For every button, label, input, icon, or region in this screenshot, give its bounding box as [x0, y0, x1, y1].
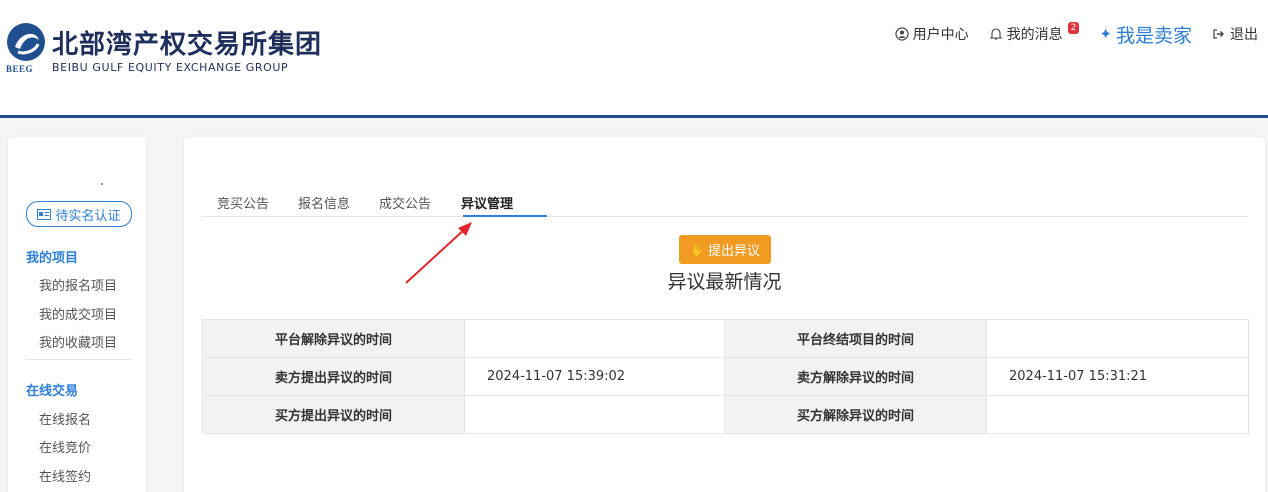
brand-logo-icon — [7, 23, 45, 61]
table-label: 平台解除异议的时间 — [202, 319, 465, 358]
messages-link[interactable]: 我的消息 2 — [989, 22, 1080, 44]
table-row: 买方提出异议的时间 买方解除异议的时间 — [202, 395, 1249, 434]
sidebar-item-online-bidding[interactable]: 在线竞价 — [39, 437, 91, 456]
messages-label: 我的消息 — [1006, 27, 1063, 43]
sidebar-item-favorite-projects[interactable]: 我的收藏项目 — [39, 332, 117, 351]
table-value — [464, 395, 725, 434]
logout-link[interactable]: 退出 — [1212, 24, 1258, 44]
table-label: 平台终结项目的时间 — [724, 319, 987, 358]
tab-objection-management[interactable]: 异议管理 — [461, 193, 513, 212]
brand-name-en: BEIBU GULF EQUITY EXCHANGE GROUP — [52, 61, 289, 74]
bell-icon — [989, 28, 1002, 40]
sidebar-item-online-registration[interactable]: 在线报名 — [39, 409, 91, 428]
message-count-badge: 2 — [1067, 22, 1080, 34]
raise-objection-label: 提出异议 — [707, 244, 760, 259]
table-value — [464, 319, 725, 358]
seller-label: 我是卖家 — [1115, 24, 1192, 47]
user-center-link[interactable]: 用户中心 — [895, 24, 969, 44]
table-value: 2024-11-07 15:31:21 — [986, 357, 1249, 396]
verify-identity-label: 待实名认证 — [55, 208, 121, 224]
top-nav: 用户中心 我的消息 2 ✦ 我是卖家 退出 — [895, 20, 1258, 48]
seller-icon: ✦ — [1099, 25, 1112, 43]
verify-identity-button[interactable]: 待实名认证 — [26, 201, 132, 227]
tab-bidding-announcement[interactable]: 竞买公告 — [217, 193, 269, 212]
brand-name-cn: 北部湾产权交易所集团 — [52, 30, 323, 60]
active-tab-indicator — [463, 215, 547, 217]
sidebar-section-online-trading[interactable]: 在线交易 — [26, 380, 78, 399]
table-value — [986, 319, 1249, 358]
table-label: 卖方解除异议的时间 — [724, 357, 987, 396]
table-value — [986, 395, 1249, 434]
decorative-dot — [101, 183, 103, 185]
sidebar: 待实名认证 我的项目 我的报名项目 我的成交项目 我的收藏项目 在线交易 在线报… — [8, 137, 146, 492]
logout-icon — [1213, 29, 1224, 39]
header: BEEG 北部湾产权交易所集团 BEIBU GULF EQUITY EXCHAN… — [0, 0, 1268, 118]
raise-objection-button[interactable]: ✋ 提出异议 — [679, 235, 771, 264]
table-label: 买方提出异议的时间 — [202, 395, 465, 434]
hand-icon: ✋ — [690, 242, 705, 257]
table-label: 卖方提出异议的时间 — [202, 357, 465, 396]
objection-table: 平台解除异议的时间 平台终结项目的时间 卖方提出异议的时间 2024-11-07… — [202, 319, 1249, 434]
sidebar-item-online-signing[interactable]: 在线签约 — [39, 466, 91, 485]
tab-deal-announcement[interactable]: 成交公告 — [379, 193, 431, 212]
tab-registration-info[interactable]: 报名信息 — [298, 193, 350, 212]
logout-label: 退出 — [1230, 27, 1258, 43]
table-row: 卖方提出异议的时间 2024-11-07 15:39:02 卖方解除异议的时间 … — [202, 357, 1249, 396]
table-label: 买方解除异议的时间 — [724, 395, 987, 434]
table-value: 2024-11-07 15:39:02 — [464, 357, 725, 396]
sidebar-section-my-projects[interactable]: 我的项目 — [26, 247, 78, 266]
sidebar-divider — [26, 359, 131, 360]
id-card-icon — [37, 208, 52, 220]
sidebar-item-registered-projects[interactable]: 我的报名项目 — [39, 275, 117, 294]
seller-link[interactable]: ✦ 我是卖家 — [1099, 21, 1192, 48]
table-row: 平台解除异议的时间 平台终结项目的时间 — [202, 319, 1249, 358]
brand-abbr: BEEG — [6, 64, 34, 74]
main-panel: 竞买公告 报名信息 成交公告 异议管理 ✋ 提出异议 异议最新情况 平台解除异议… — [184, 137, 1265, 492]
sidebar-item-deal-projects[interactable]: 我的成交项目 — [39, 304, 117, 323]
section-title: 异议最新情况 — [667, 271, 782, 293]
user-circle-icon — [895, 27, 909, 41]
user-center-label: 用户中心 — [912, 27, 969, 43]
tab-bar: 竞买公告 报名信息 成交公告 异议管理 — [202, 187, 1248, 217]
